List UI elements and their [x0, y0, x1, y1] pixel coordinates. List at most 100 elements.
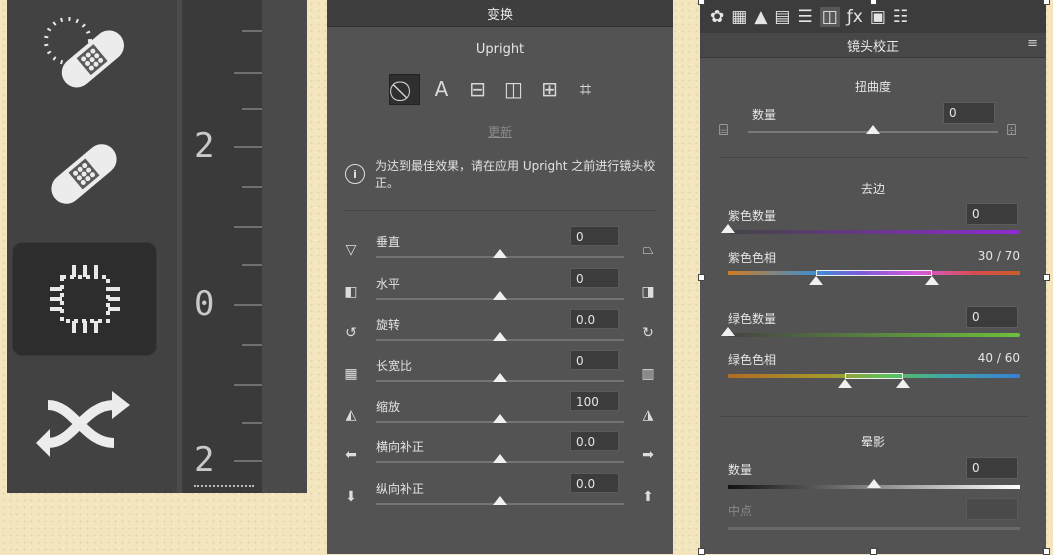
mountain-icon[interactable]: ▲	[754, 7, 767, 27]
guided-upright-button[interactable]: ⌗	[571, 74, 600, 103]
level-icon: ⊟	[469, 76, 486, 101]
slider-value-field[interactable]: 0	[570, 226, 619, 246]
purple-amount-slider[interactable]	[728, 230, 1020, 234]
slider-label: 垂直	[376, 235, 401, 249]
panel-header: 变换	[327, 0, 673, 27]
full-upright-button[interactable]: ⊞	[535, 74, 564, 103]
slider-value-field[interactable]: 0	[570, 268, 619, 288]
slider-left-icon: ◭	[345, 407, 357, 423]
fx-icon[interactable]: ƒx	[847, 7, 863, 27]
transform-slider-row: ▦ 长宽比 0 ▥	[327, 350, 673, 398]
transform-slider-row: ◧ 水平 0 ◨	[327, 268, 673, 316]
purple-hue-thumb[interactable]	[925, 276, 940, 285]
vignette-midpoint-field[interactable]	[966, 498, 1018, 520]
side-scrollbar[interactable]	[262, 0, 307, 493]
green-amount-slider[interactable]	[728, 333, 1020, 337]
vignette-midpoint-label: 中点	[728, 504, 753, 518]
barrel-icon: ⌹	[1007, 121, 1017, 139]
green-hue-thumb[interactable]	[896, 379, 911, 388]
slider-thumb[interactable]	[493, 496, 507, 505]
selection-handle[interactable]	[698, 0, 705, 5]
purple-hue-thumb[interactable]	[808, 276, 823, 285]
panel-menu-icon[interactable]: ≡	[1027, 36, 1038, 51]
slider-right-icon: ⬆	[642, 489, 654, 505]
transform-slider-row: ⬅ 横向补正 0.0 ➡	[327, 431, 673, 479]
green-amount-thumb[interactable]	[721, 327, 735, 336]
auto-upright-button[interactable]: A	[427, 74, 456, 103]
presets-icon[interactable]: ☷	[893, 7, 908, 27]
slider-value-field[interactable]: 0.0	[570, 431, 619, 451]
healing-brush-dotted-tool[interactable]	[12, 0, 155, 112]
slider-thumb[interactable]	[493, 332, 507, 341]
slider-label: 长宽比	[376, 359, 413, 373]
selection-handle[interactable]	[870, 0, 877, 5]
info-text: 为达到最佳效果，请在应用 Upright 之前进行镜头校正。	[375, 159, 656, 190]
purple-amount-thumb[interactable]	[721, 224, 735, 233]
green-hue-value: 40 / 60	[977, 351, 1020, 365]
slider-left-icon: ⬇	[345, 489, 357, 505]
distortion-amount-field[interactable]: 0	[943, 102, 995, 124]
slider-value-field[interactable]: 0.0	[570, 309, 619, 329]
slider-thumb[interactable]	[493, 373, 507, 382]
slider-label: 水平	[376, 277, 401, 291]
aperture-icon[interactable]: ✿	[710, 7, 724, 27]
defringe-heading: 去边	[860, 182, 885, 196]
slider-left-icon: ⬅	[345, 447, 357, 463]
content-aware-move-icon	[35, 391, 130, 457]
green-hue-thumb[interactable]	[837, 379, 852, 388]
ruler-label: 0	[194, 284, 215, 324]
full-icon: ⊞	[541, 76, 558, 101]
hsl-icon[interactable]: ▤	[774, 7, 790, 27]
slider-thumb[interactable]	[493, 249, 507, 258]
content-aware-patch-tool[interactable]	[12, 242, 157, 356]
upright-buttons: ⃠ A ⊟ ◫ ⊞ ⌗	[389, 74, 600, 105]
slider-left-icon: ◧	[344, 284, 358, 300]
green-hue-range[interactable]	[844, 373, 904, 379]
ruler-label: 2	[194, 440, 215, 480]
vertical-upright-button[interactable]: ◫	[499, 74, 528, 103]
vignette-amount-thumb[interactable]	[867, 479, 881, 488]
purple-amount-field[interactable]: 0	[966, 203, 1018, 225]
transform-panel: 变换 Upright ⃠ A ⊟ ◫ ⊞ ⌗ 更新 i 为达到最佳效果，请在应用 Upri…	[327, 0, 673, 554]
slider-right-icon: ↻	[642, 325, 654, 341]
pincushion-icon: ⌸	[719, 121, 729, 139]
slider-value-field[interactable]: 0.0	[570, 473, 619, 493]
selection-handle[interactable]	[1043, 274, 1050, 281]
off-upright-button[interactable]: ⃠	[389, 74, 420, 105]
slider-right-icon: ◮	[642, 407, 654, 423]
level-upright-button[interactable]: ⊟	[463, 74, 492, 103]
split-toning-icon[interactable]: ☰	[797, 7, 812, 27]
vignette-amount-field[interactable]: 0	[966, 457, 1018, 479]
slider-thumb[interactable]	[493, 454, 507, 463]
green-amount-field[interactable]: 0	[966, 306, 1018, 328]
slider-thumb[interactable]	[493, 414, 507, 423]
content-aware-patch-icon	[49, 265, 120, 333]
update-link[interactable]: 更新	[327, 123, 673, 140]
slider-left-icon: ▦	[344, 366, 358, 382]
vertical-ruler: 2 0 2	[177, 0, 262, 493]
slider-value-field[interactable]: 0	[570, 350, 619, 370]
slider-left-icon: ↺	[345, 325, 357, 341]
panel-title-bar: 镜头校正 ≡	[700, 33, 1046, 58]
content-aware-move-tool[interactable]	[12, 368, 155, 480]
slider-label: 纵向补正	[376, 482, 425, 496]
transform-slider-row: ⬇ 纵向补正 0.0 ⬆	[327, 473, 673, 521]
slider-right-icon: ◨	[641, 284, 655, 300]
slider-thumb[interactable]	[493, 291, 507, 300]
camera-calibration-icon[interactable]: ▣	[870, 7, 886, 27]
slider-label: 旋转	[376, 318, 401, 332]
healing-brush-tool[interactable]	[12, 118, 155, 230]
grid-icon[interactable]: ▦	[731, 7, 747, 27]
transform-slider-row: ◭ 缩放 100 ◮	[327, 391, 673, 439]
selection-handle[interactable]	[698, 274, 705, 281]
slider-right-icon: ➡	[642, 447, 654, 463]
lens-icon[interactable]: ◫	[819, 6, 840, 27]
selection-handle[interactable]	[1043, 0, 1050, 5]
slider-value-field[interactable]: 100	[570, 391, 619, 411]
tool-strip: 2 0 2	[7, 0, 307, 493]
slider-label: 缩放	[376, 400, 401, 414]
distortion-slider-thumb[interactable]	[866, 125, 880, 134]
slider-label: 横向补正	[376, 440, 425, 454]
vignette-midpoint-slider[interactable]	[728, 527, 1020, 530]
purple-hue-range[interactable]	[815, 270, 933, 276]
